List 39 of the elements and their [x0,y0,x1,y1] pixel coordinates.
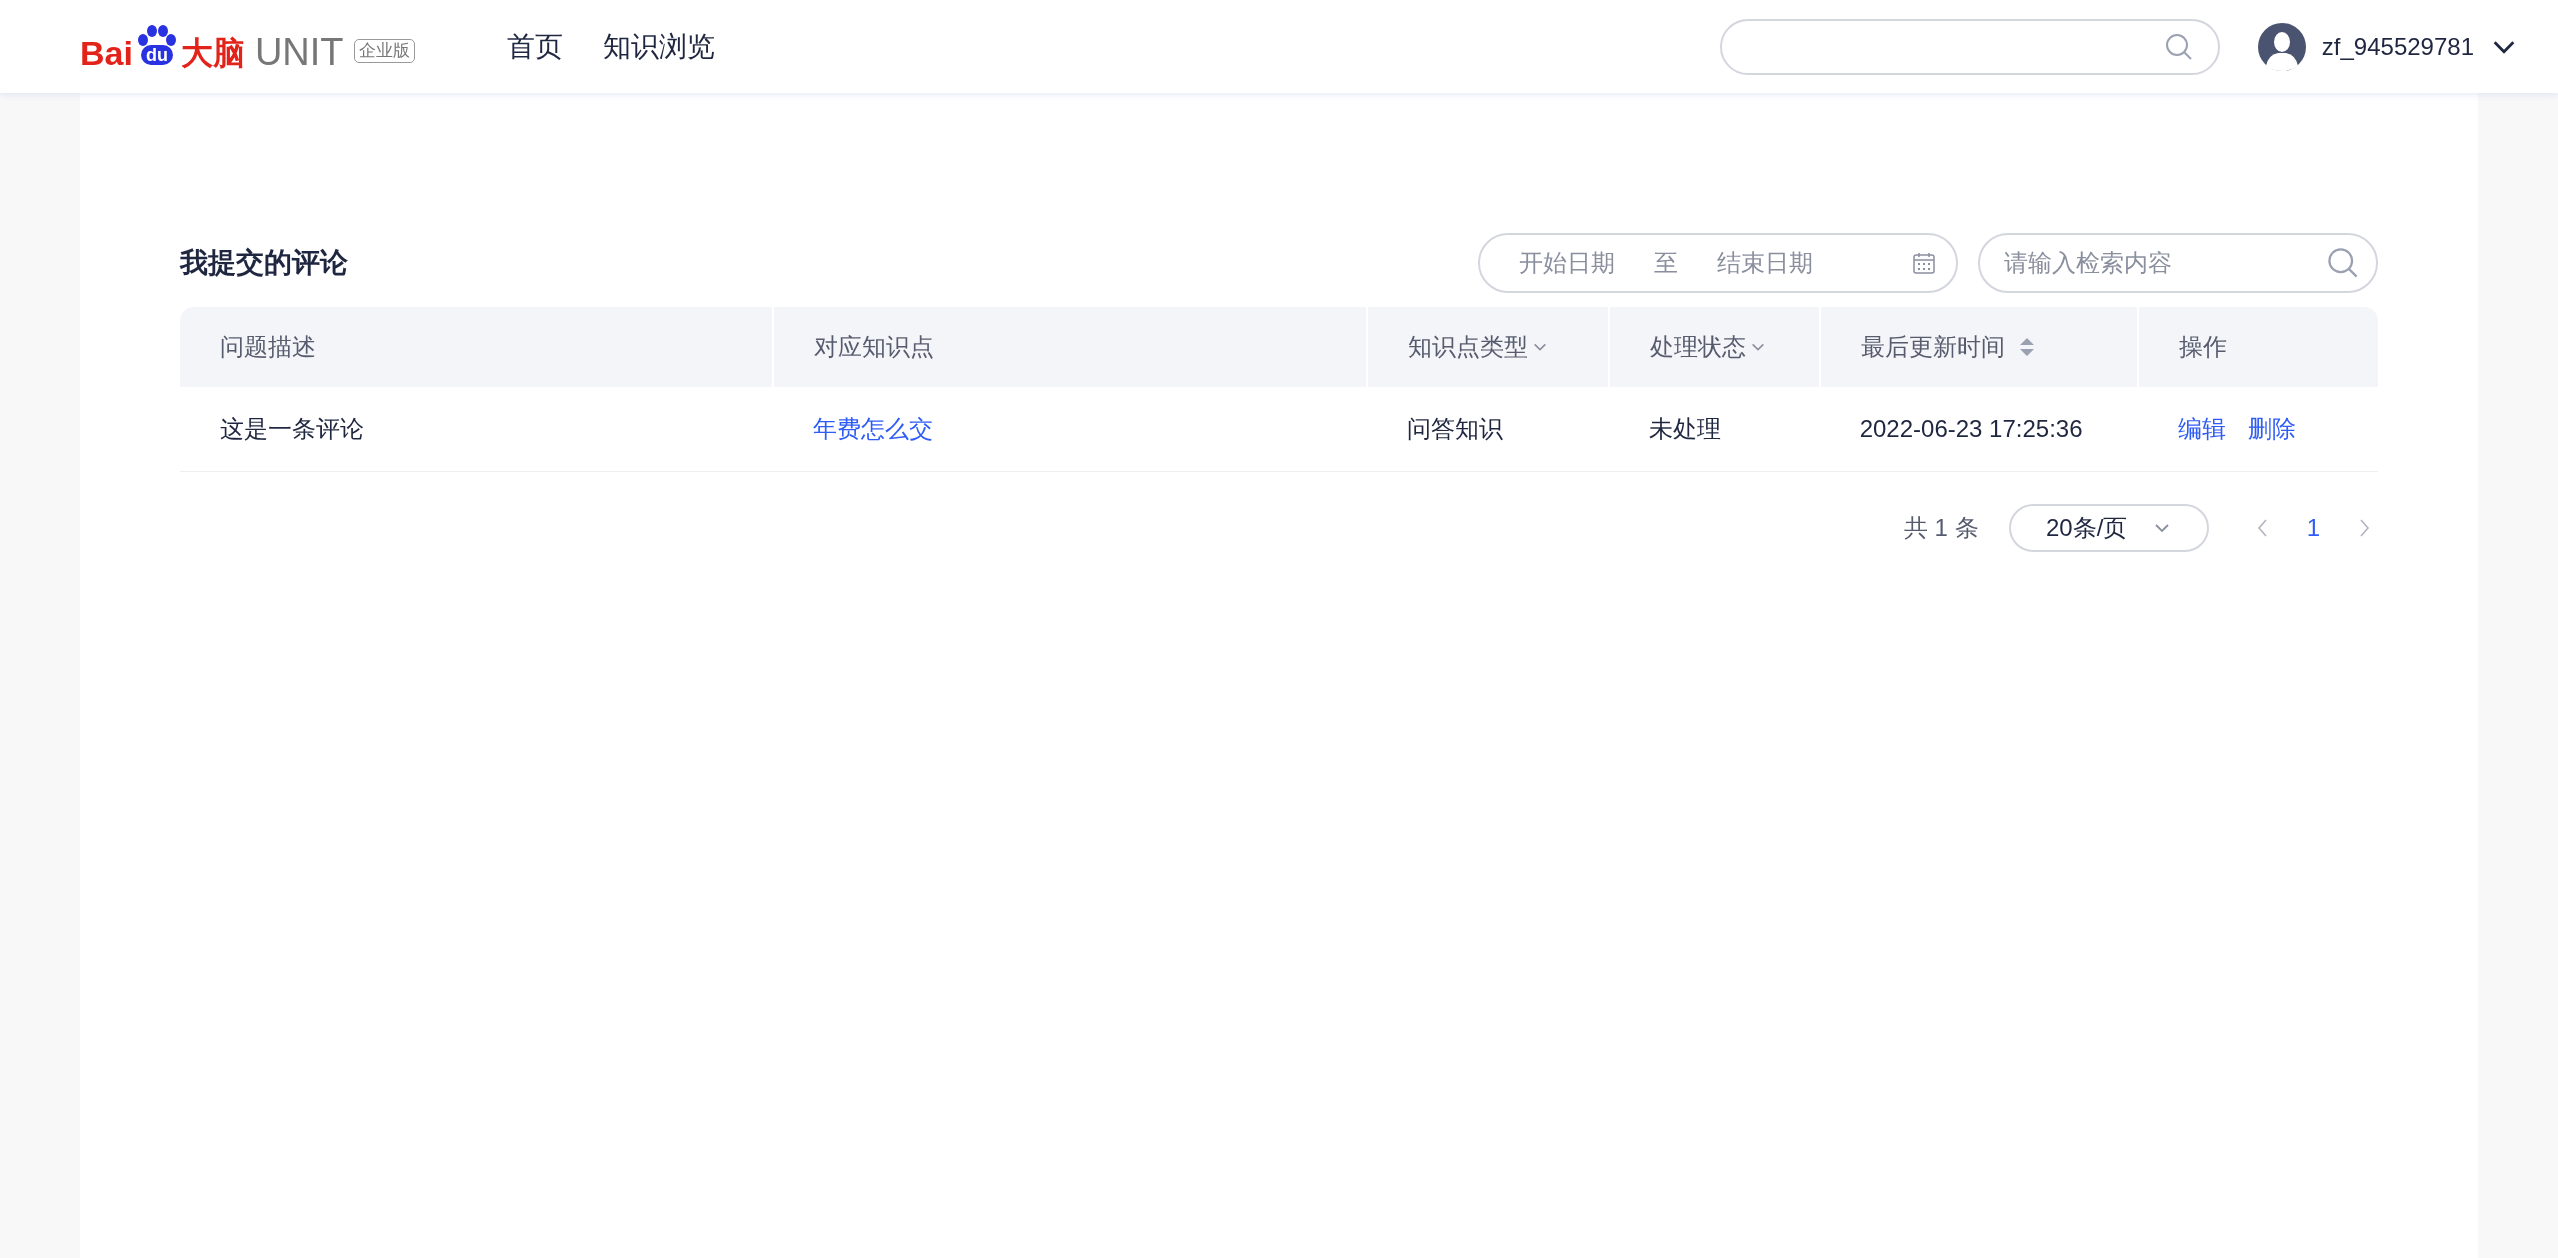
column-header: 对应知识点 [773,307,1367,387]
column-header: 问题描述 [180,307,774,387]
paw-icon [136,24,177,47]
action-link[interactable]: 删除 [2248,413,2297,445]
column-header: 操作 [2138,307,2378,387]
table-cell: 这是一条评论 [180,387,774,472]
end-date-field[interactable]: 结束日期 [1708,248,1822,278]
nav-link[interactable]: 知识浏览 [602,27,715,66]
knowledge-link[interactable]: 年费怎么交 [813,415,934,442]
search-icon [2163,31,2194,62]
page-size-select[interactable]: 20条/页 [2008,504,2209,552]
search-input[interactable]: 请输入检索内容 [2002,248,2326,278]
search-field[interactable] [1719,18,2220,75]
table-cell: 未处理 [1608,387,1820,472]
calendar-icon [1912,251,1936,275]
logo-text: 大脑 [180,36,245,69]
logo-text: Bai [80,36,133,69]
page-title: 我提交的评论 [180,246,349,280]
start-date-field[interactable]: 开始日期 [1510,248,1624,278]
total-count: 共 1 条 [1903,513,1979,543]
table-cell: 2022-06-23 17:25:36 [1819,387,2139,472]
avatar-icon[interactable] [2257,22,2306,71]
logo-text: du [140,44,173,65]
column-header[interactable]: 最后更新时间 [1819,307,2139,387]
page-number[interactable]: 1 [2306,514,2320,542]
table-cell: 问答知识 [1366,387,1609,472]
column-header[interactable]: 处理状态 [1608,307,1820,387]
sort-icon [2018,337,2035,357]
chevron-left-icon [2255,517,2270,539]
search-icon [2326,246,2360,280]
edition-badge: 企业版 [353,38,415,63]
action-link[interactable]: 编辑 [2178,413,2227,445]
nav-link[interactable]: 首页 [506,27,563,66]
date-range-picker[interactable]: 开始日期 至 结束日期 [1478,233,1958,293]
chevron-right-icon [2357,517,2371,539]
product-name: UNIT [254,34,344,69]
search-field[interactable]: 请输入检索内容 [1978,233,2378,293]
column-header[interactable]: 知识点类型 [1366,307,1609,387]
username[interactable]: zf_945529781 [2321,32,2474,61]
